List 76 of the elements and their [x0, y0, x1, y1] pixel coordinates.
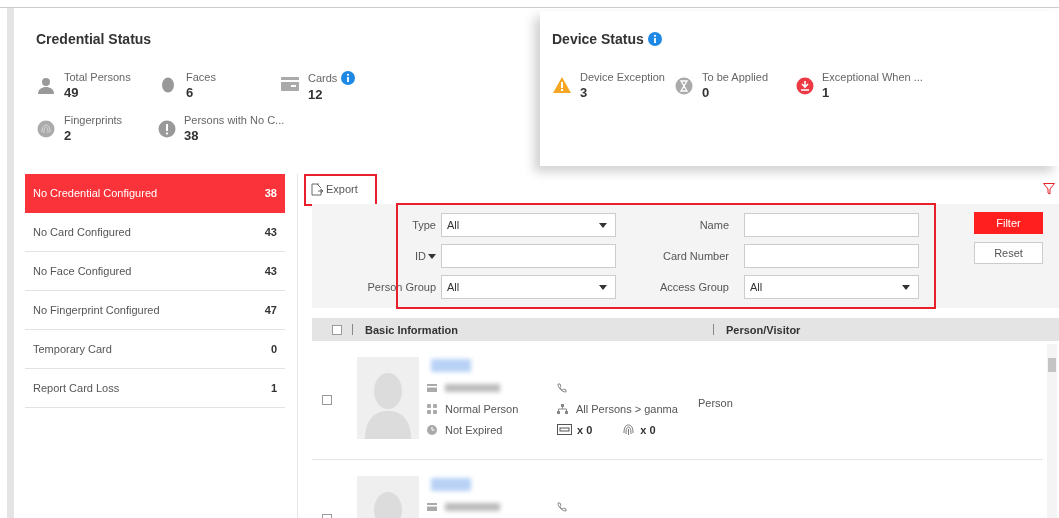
stat-label: Total Persons — [64, 71, 131, 83]
checkbox[interactable] — [322, 395, 332, 405]
stat-value: 2 — [64, 128, 73, 143]
panel-title: Credential Status — [36, 31, 152, 47]
stat-value: 6 — [186, 85, 195, 100]
redacted-text — [445, 502, 500, 511]
field-label: Card Number — [662, 250, 729, 262]
dropdown[interactable]: All — [441, 275, 616, 299]
hierarchy-icon — [557, 403, 568, 414]
caret-icon — [428, 253, 436, 259]
warning-icon — [553, 77, 571, 93]
stat-label: Device Exception — [580, 71, 665, 83]
reset-button[interactable]: Reset — [974, 242, 1043, 264]
field-label: Name — [699, 219, 729, 231]
caret-icon — [599, 222, 607, 228]
redacted-text — [445, 383, 500, 392]
id-card-icon — [427, 383, 437, 392]
export-button[interactable]: Export — [305, 177, 358, 201]
category-item[interactable]: No Fingerprint Configured 47 — [25, 291, 285, 330]
stat-label: Cards — [308, 72, 338, 84]
stat-label: To be Applied — [702, 71, 769, 83]
info-icon[interactable] — [647, 32, 662, 46]
input-field[interactable] — [441, 244, 616, 268]
input-field[interactable] — [744, 244, 919, 268]
fingerprint-icon — [37, 120, 55, 138]
fingerprint-count: x 0 — [640, 423, 656, 436]
stat-value: 12 — [308, 87, 324, 102]
group-path: All Persons > ganma — [576, 402, 678, 415]
hourglass-icon — [675, 77, 693, 95]
category-item[interactable]: No Credential Configured 38 — [25, 174, 285, 213]
stat-value: 1 — [822, 85, 831, 100]
person-icon — [37, 77, 55, 95]
caret-icon — [902, 284, 910, 290]
person-type: Normal Person — [445, 402, 519, 415]
stat-value: 3 — [580, 85, 589, 100]
filter-icon[interactable] — [1043, 183, 1055, 195]
input-field[interactable] — [744, 213, 919, 237]
card-count: x 0 — [577, 423, 593, 436]
dropdown[interactable]: All — [744, 275, 919, 299]
phone-icon — [557, 382, 567, 393]
category-item[interactable]: No Face Configured 43 — [25, 252, 285, 291]
person-type-cell: Person — [698, 397, 733, 409]
stat-label: Fingerprints — [64, 114, 123, 126]
category-item[interactable]: Temporary Card 0 — [25, 330, 285, 369]
checkbox[interactable] — [332, 324, 342, 335]
info-icon[interactable] — [341, 71, 356, 85]
card-icon — [281, 77, 299, 91]
column-header: Basic Information — [365, 323, 458, 336]
phone-icon — [557, 501, 567, 512]
download-icon — [796, 77, 814, 95]
stat-label: Faces — [186, 71, 216, 83]
fingerprint-icon — [622, 423, 636, 436]
panel-title: Device Status — [552, 31, 644, 47]
field-label: Access Group — [659, 281, 729, 293]
validity-status: Not Expired — [445, 423, 503, 436]
export-icon — [311, 182, 323, 196]
filter-button[interactable]: Filter — [974, 212, 1043, 234]
head-icon — [161, 77, 175, 95]
clock-icon — [427, 424, 437, 435]
card-icon — [557, 424, 572, 435]
category-item[interactable]: Report Card Loss 1 — [25, 369, 285, 408]
caret-icon — [599, 284, 607, 290]
stat-label: Exceptional When ... — [822, 71, 923, 83]
category-item[interactable]: No Card Configured 43 — [25, 213, 285, 252]
field-label: ID — [415, 250, 426, 262]
stat-value: 0 — [702, 85, 711, 100]
grid-icon — [427, 403, 437, 414]
stat-value: 49 — [64, 85, 80, 100]
stat-label: Persons with No C... — [184, 114, 285, 126]
id-card-icon — [427, 502, 437, 511]
dropdown[interactable]: All — [441, 213, 616, 237]
field-label: Type — [412, 219, 436, 231]
stat-value: 38 — [184, 128, 200, 143]
scrollbar-thumb[interactable] — [1048, 358, 1056, 372]
column-header: Person/Visitor — [726, 323, 801, 336]
alert-icon — [158, 120, 176, 138]
